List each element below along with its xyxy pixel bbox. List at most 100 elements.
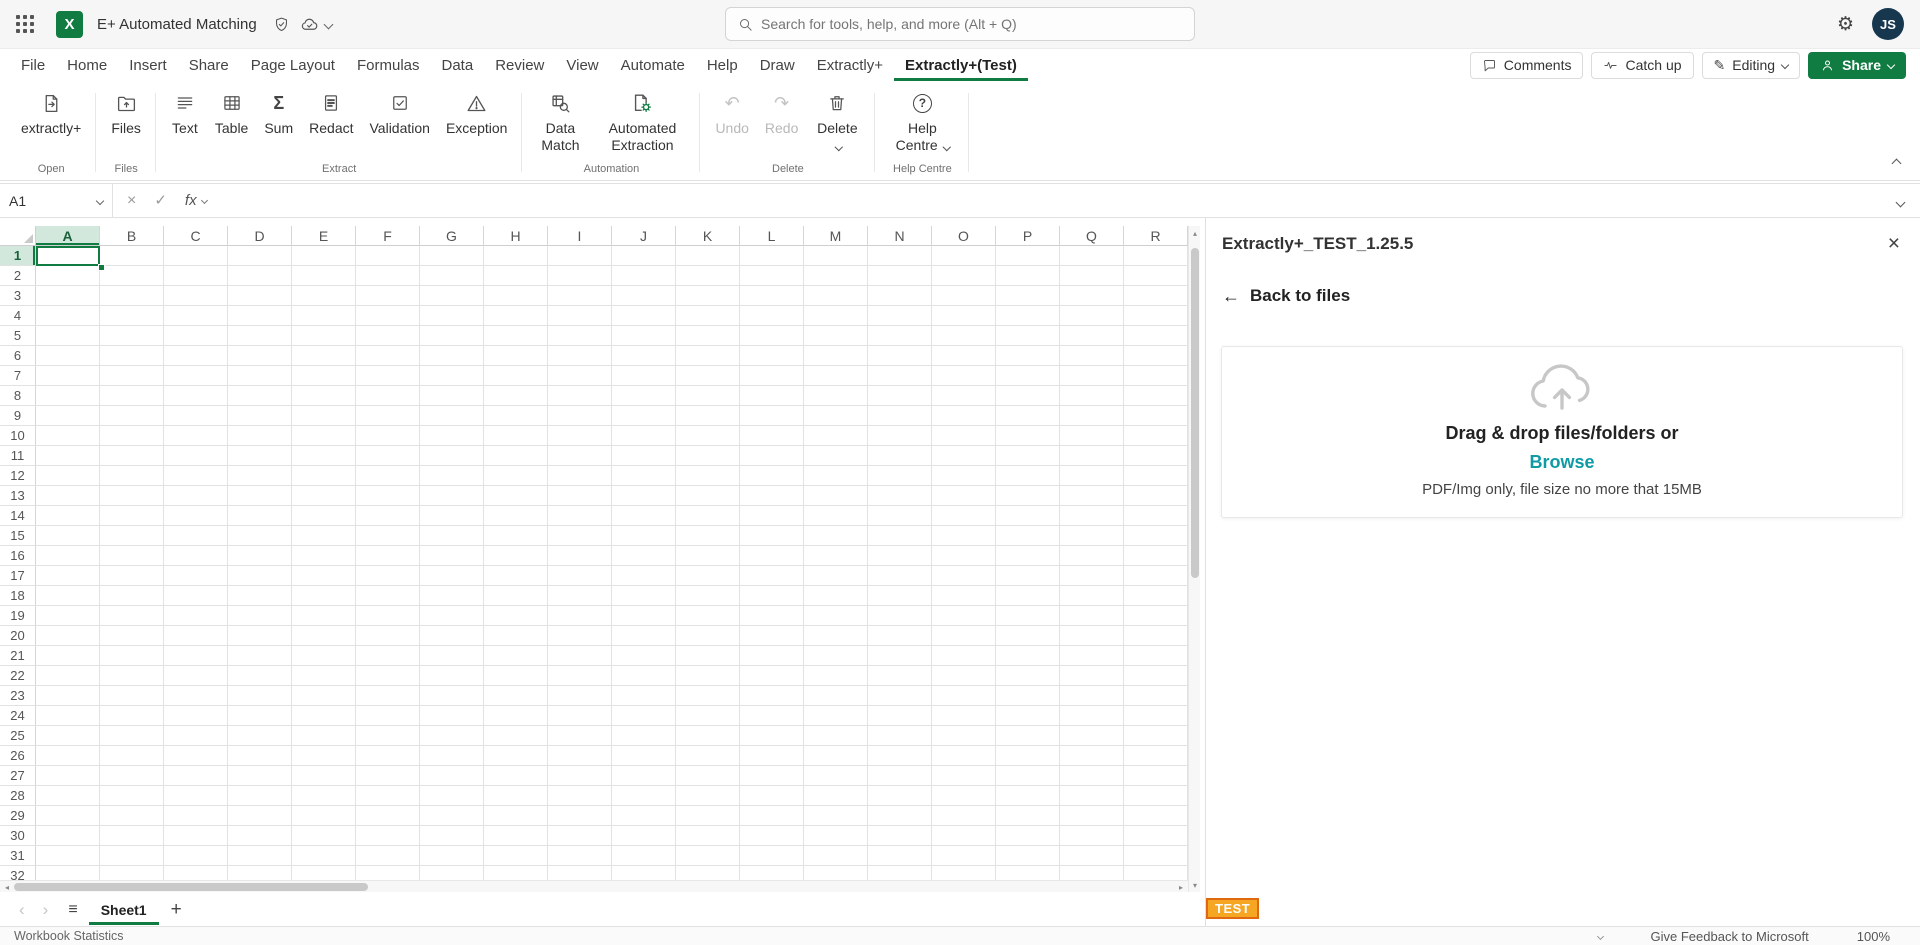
grid-cells[interactable] xyxy=(36,246,1188,880)
avatar[interactable]: JS xyxy=(1872,8,1904,40)
row-header-4[interactable]: 4 xyxy=(0,306,36,326)
select-all-corner[interactable] xyxy=(0,226,36,246)
row-header-27[interactable]: 27 xyxy=(0,766,36,786)
column-header-E[interactable]: E xyxy=(292,226,356,246)
column-header-K[interactable]: K xyxy=(676,226,740,246)
column-header-J[interactable]: J xyxy=(612,226,676,246)
menu-tab-insert[interactable]: Insert xyxy=(118,49,178,81)
menu-tab-share[interactable]: Share xyxy=(178,49,240,81)
vertical-scrollbar[interactable]: ▴ ▾ xyxy=(1188,226,1200,892)
menu-tab-data[interactable]: Data xyxy=(431,49,485,81)
menu-tab-extractly-test[interactable]: Extractly+(Test) xyxy=(894,49,1028,81)
exception-button[interactable]: Exception xyxy=(439,85,514,139)
files-button[interactable]: Files xyxy=(104,85,148,139)
menu-tab-file[interactable]: File xyxy=(10,49,56,81)
fill-handle[interactable] xyxy=(98,264,105,271)
browse-link[interactable]: Browse xyxy=(1529,452,1594,473)
search-box[interactable] xyxy=(725,7,1195,41)
sum-button[interactable]: Σ Sum xyxy=(257,85,300,139)
menu-tab-page-layout[interactable]: Page Layout xyxy=(240,49,346,81)
app-launcher-icon[interactable] xyxy=(16,15,34,33)
column-header-G[interactable]: G xyxy=(420,226,484,246)
scroll-left-arrow-icon[interactable]: ◂ xyxy=(0,881,14,893)
file-drop-zone[interactable]: Drag & drop files/folders or Browse PDF/… xyxy=(1221,346,1903,518)
column-header-Q[interactable]: Q xyxy=(1060,226,1124,246)
catch-up-button[interactable]: Catch up xyxy=(1591,52,1693,79)
formula-bar-expand-button[interactable] xyxy=(1881,193,1920,209)
search-input[interactable] xyxy=(761,16,1182,32)
add-sheet-button[interactable]: + xyxy=(159,894,194,925)
formula-cancel-icon[interactable]: × xyxy=(127,193,136,209)
column-header-L[interactable]: L xyxy=(740,226,804,246)
row-header-17[interactable]: 17 xyxy=(0,566,36,586)
text-button[interactable]: Text xyxy=(164,85,206,139)
row-header-14[interactable]: 14 xyxy=(0,506,36,526)
column-header-M[interactable]: M xyxy=(804,226,868,246)
row-header-28[interactable]: 28 xyxy=(0,786,36,806)
automated-extraction-button[interactable]: Automated Extraction xyxy=(592,85,692,155)
row-header-2[interactable]: 2 xyxy=(0,266,36,286)
menu-tab-home[interactable]: Home xyxy=(56,49,118,81)
row-header-32[interactable]: 32 xyxy=(0,866,36,880)
close-icon[interactable]: × xyxy=(1888,233,1900,254)
column-header-I[interactable]: I xyxy=(548,226,612,246)
delete-button[interactable]: Delete xyxy=(807,85,867,155)
menu-tab-draw[interactable]: Draw xyxy=(749,49,806,81)
ribbon-collapse-button[interactable] xyxy=(1893,154,1900,170)
row-header-22[interactable]: 22 xyxy=(0,666,36,686)
formula-input[interactable] xyxy=(221,184,1881,217)
column-header-D[interactable]: D xyxy=(228,226,292,246)
row-header-15[interactable]: 15 xyxy=(0,526,36,546)
back-to-files-button[interactable]: ← Back to files xyxy=(1206,254,1920,306)
undo-button[interactable]: ↶ Undo xyxy=(708,85,755,139)
editing-mode-button[interactable]: ✎ Editing xyxy=(1702,52,1801,79)
name-box[interactable]: A1 xyxy=(0,184,113,217)
scroll-up-arrow-icon[interactable]: ▴ xyxy=(1189,226,1201,240)
row-header-23[interactable]: 23 xyxy=(0,686,36,706)
column-header-H[interactable]: H xyxy=(484,226,548,246)
column-header-O[interactable]: O xyxy=(932,226,996,246)
scroll-right-arrow-icon[interactable]: ▸ xyxy=(1174,881,1188,893)
status-chevron-icon[interactable] xyxy=(1598,934,1603,939)
row-header-21[interactable]: 21 xyxy=(0,646,36,666)
sheet-nav-left-icon[interactable]: ‹ xyxy=(10,894,34,925)
feedback-link[interactable]: Give Feedback to Microsoft xyxy=(1651,929,1809,944)
column-header-N[interactable]: N xyxy=(868,226,932,246)
validation-button[interactable]: Validation xyxy=(363,85,437,139)
comments-button[interactable]: Comments xyxy=(1470,52,1584,79)
workbook-statistics-button[interactable]: Workbook Statistics xyxy=(14,929,124,943)
sheet-nav-right-icon[interactable]: › xyxy=(34,894,58,925)
row-header-19[interactable]: 19 xyxy=(0,606,36,626)
row-header-12[interactable]: 12 xyxy=(0,466,36,486)
insert-function-button[interactable]: fx xyxy=(185,192,207,209)
row-header-30[interactable]: 30 xyxy=(0,826,36,846)
column-header-F[interactable]: F xyxy=(356,226,420,246)
help-centre-button[interactable]: ? Help Centre xyxy=(883,85,961,155)
extractly-plus-button[interactable]: extractly+ xyxy=(14,85,88,139)
table-button[interactable]: Table xyxy=(208,85,255,139)
row-header-18[interactable]: 18 xyxy=(0,586,36,606)
horizontal-scrollbar-thumb[interactable] xyxy=(14,883,368,891)
row-header-3[interactable]: 3 xyxy=(0,286,36,306)
formula-enter-icon[interactable]: ✓ xyxy=(154,193,167,208)
row-header-24[interactable]: 24 xyxy=(0,706,36,726)
column-header-R[interactable]: R xyxy=(1124,226,1188,246)
menu-tab-view[interactable]: View xyxy=(555,49,609,81)
zoom-level[interactable]: 100% xyxy=(1857,929,1890,944)
row-header-9[interactable]: 9 xyxy=(0,406,36,426)
row-header-10[interactable]: 10 xyxy=(0,426,36,446)
settings-gear-icon[interactable]: ⚙ xyxy=(1837,15,1854,34)
row-header-31[interactable]: 31 xyxy=(0,846,36,866)
row-header-13[interactable]: 13 xyxy=(0,486,36,506)
row-header-6[interactable]: 6 xyxy=(0,346,36,366)
row-header-5[interactable]: 5 xyxy=(0,326,36,346)
column-header-A[interactable]: A xyxy=(36,226,100,246)
redact-button[interactable]: Redact xyxy=(302,85,360,139)
row-header-1[interactable]: 1 xyxy=(0,246,36,266)
row-header-26[interactable]: 26 xyxy=(0,746,36,766)
column-header-C[interactable]: C xyxy=(164,226,228,246)
row-header-20[interactable]: 20 xyxy=(0,626,36,646)
shield-check-icon[interactable] xyxy=(273,16,290,33)
autosave-cloud-icon[interactable] xyxy=(300,15,332,34)
row-header-11[interactable]: 11 xyxy=(0,446,36,466)
